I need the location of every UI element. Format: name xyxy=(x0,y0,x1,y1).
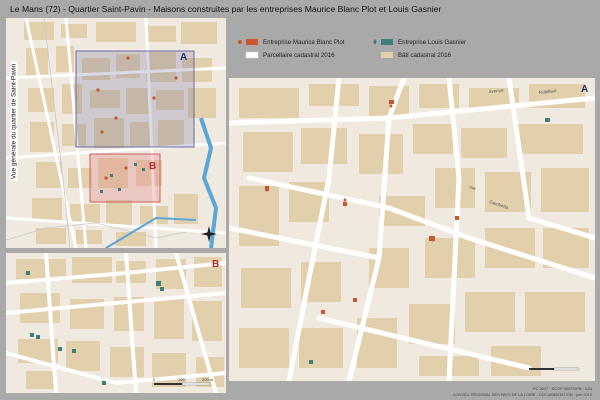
bati-legend-icon xyxy=(381,52,393,58)
scale-label-100: 100 xyxy=(178,377,185,382)
detail-map-b[interactable]: B 0 100 200 m xyxy=(6,253,226,393)
detail-a-label: A xyxy=(581,84,588,95)
detail-b-label: B xyxy=(212,259,219,270)
scale-bar-a xyxy=(529,367,580,371)
legend-item-bati: Bâti cadastral 2016 xyxy=(372,51,451,59)
legend-item-gasnier: Entreprise Louis Gasnier xyxy=(372,38,466,46)
scale-label-200: 200 m xyxy=(202,377,214,382)
legend-label-gasnier: Entreprise Louis Gasnier xyxy=(398,38,467,46)
legend-label-blanc-plot: Entreprise Maurice Blanc Plot xyxy=(263,38,345,46)
parcellaire-legend-icon xyxy=(245,51,259,59)
legend: Entreprise Maurice Blanc Plot Entreprise… xyxy=(237,38,597,76)
zone-b-label: B xyxy=(149,161,156,172)
legend-label-bati: Bâti cadastral 2016 xyxy=(398,51,451,59)
legend-item-blanc-plot: Entreprise Maurice Blanc Plot xyxy=(237,38,345,46)
credits-line-2: CONSEIL RÉGIONAL DES PAYS DE LA LOIRE · … xyxy=(452,391,592,397)
detail-map-a[interactable]: avenue Rubillard rue Gambetta A xyxy=(229,78,595,381)
legend-label-parcellaire: Parcellaire cadastral 2016 xyxy=(263,51,335,59)
legend-item-parcellaire: Parcellaire cadastral 2016 xyxy=(237,51,335,59)
credits: PC 2017 · SCOP ISBT/GPB · IGN CONSEIL RÉ… xyxy=(453,386,592,397)
overview-map[interactable]: A B Vue générale du quartier de Saint-Pa… xyxy=(6,18,226,248)
blanc-plot-legend-icon xyxy=(238,39,258,45)
zone-a-label: A xyxy=(180,52,187,63)
zone-a-rectangle xyxy=(75,50,195,148)
gasnier-legend-icon xyxy=(373,39,393,45)
page-title: Le Mans (72) - Quartier Saint-Pavin - Ma… xyxy=(10,4,442,14)
overview-side-label: Vue générale du quartier de Saint-Pavin xyxy=(10,61,18,182)
